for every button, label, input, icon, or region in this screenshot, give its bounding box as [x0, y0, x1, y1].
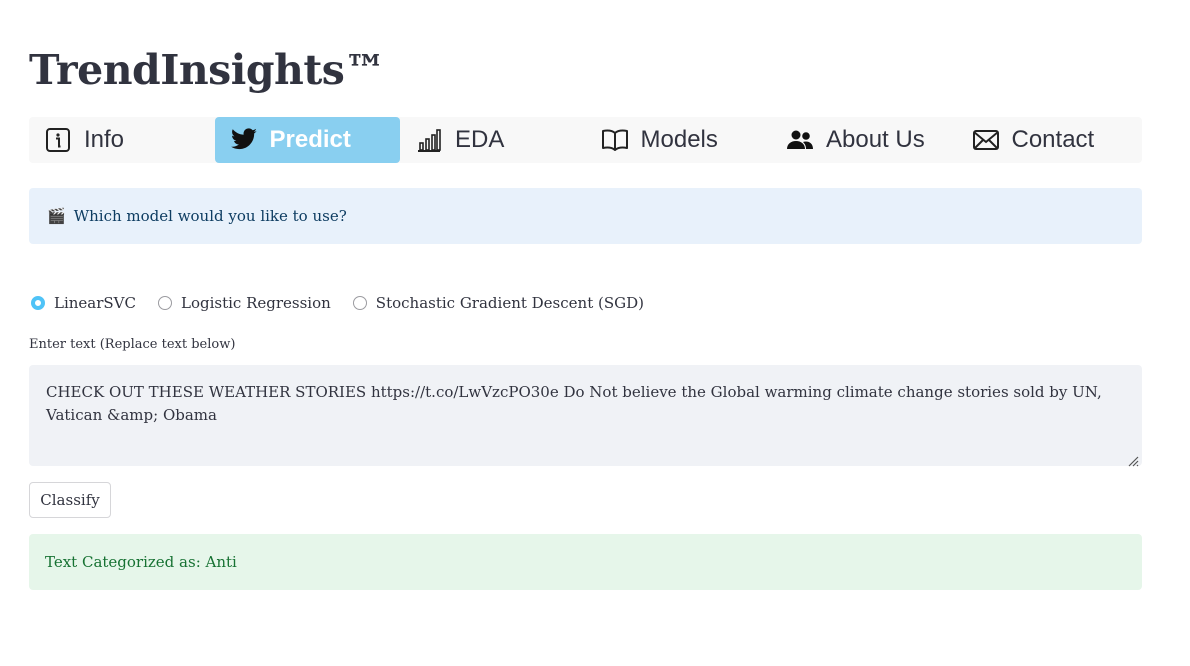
nav-bar: Info Predict EDA Models About Us Contact	[29, 117, 1142, 163]
book-icon	[601, 126, 629, 154]
nav-item-label: Info	[84, 126, 125, 153]
nav-item-models[interactable]: Models	[586, 117, 772, 163]
nav-item-predict[interactable]: Predict	[214, 117, 400, 163]
nav-item-label: Contact	[1011, 126, 1095, 153]
nav-item-info[interactable]: Info	[29, 117, 215, 163]
radio-unselected-icon[interactable]	[352, 296, 367, 310]
radio-option-linearsvc[interactable]: LinearSVC	[29, 294, 136, 312]
radio-selected-icon[interactable]	[31, 296, 45, 310]
nav-item-about-us[interactable]: About Us	[771, 117, 957, 163]
envelope-icon	[972, 126, 1000, 154]
model-radio-group: LinearSVC Logistic Regression Stochastic…	[29, 294, 664, 312]
text-input-value[interactable]: CHECK OUT THESE WEATHER STORIES https://…	[46, 383, 1102, 424]
info-alert: 🎬 Which model would you like to use?	[29, 188, 1142, 244]
bar-chart-icon	[415, 126, 443, 154]
radio-label: LinearSVC	[54, 294, 136, 312]
result-alert: Text Categorized as: Anti	[29, 534, 1142, 590]
text-input-label: Enter text (Replace text below)	[29, 337, 236, 352]
info-icon	[44, 126, 72, 154]
nav-item-label: Predict	[269, 126, 351, 153]
app-title: TrendInsights™	[29, 46, 385, 94]
result-text: Text Categorized as: Anti	[45, 553, 237, 571]
nav-item-label: About Us	[826, 126, 925, 153]
radio-option-sgd[interactable]: Stochastic Gradient Descent (SGD)	[351, 294, 644, 312]
radio-label: Logistic Regression	[181, 294, 331, 312]
radio-label: Stochastic Gradient Descent (SGD)	[375, 294, 644, 312]
radio-unselected-icon[interactable]	[158, 296, 172, 310]
resize-handle-icon[interactable]	[1127, 451, 1139, 467]
classify-button[interactable]: Classify	[29, 482, 111, 518]
nav-item-contact[interactable]: Contact	[957, 117, 1143, 163]
nav-item-eda[interactable]: EDA	[400, 117, 586, 163]
nav-item-label: EDA	[455, 126, 505, 153]
info-alert-text: Which model would you like to use?	[73, 207, 347, 225]
people-icon	[786, 126, 814, 154]
radio-option-logistic-regression[interactable]: Logistic Regression	[156, 294, 331, 312]
nav-item-label: Models	[640, 126, 718, 153]
twitter-icon	[230, 126, 258, 154]
text-input-area[interactable]: CHECK OUT THESE WEATHER STORIES https://…	[29, 365, 1142, 467]
clapperboard-icon: 🎬	[47, 207, 66, 225]
